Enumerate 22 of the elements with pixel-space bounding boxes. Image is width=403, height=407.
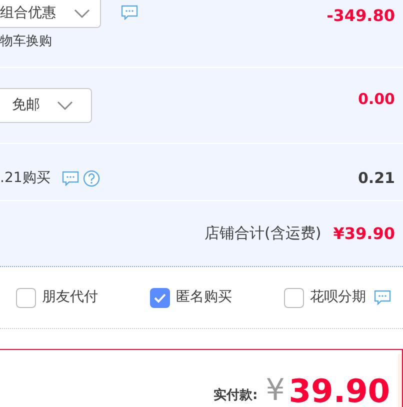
comment-icon[interactable] [121, 5, 138, 20]
option-checkbox[interactable]: 匿名购买 [150, 287, 232, 308]
shop-total-label: 店铺合计(含运费) [204, 223, 322, 244]
shop-total-amount: ¥39.90 [333, 222, 395, 244]
comment-icon[interactable] [62, 170, 80, 186]
checkmark-icon [154, 292, 166, 302]
insurance-amount: 0.21 [358, 168, 395, 189]
currency-symbol: ¥ [266, 375, 285, 407]
chevron-down-icon [57, 100, 73, 110]
payment-label: 实付款: [213, 386, 258, 404]
discount-amount: -349.80 [326, 5, 395, 27]
insurance-label: .21购买 [0, 168, 50, 188]
option-checkbox[interactable]: 花呗分期 [284, 287, 366, 308]
chevron-down-icon [74, 8, 90, 18]
note-text: 物车换购 [0, 33, 53, 51]
shipping-amount: 0.00 [358, 89, 395, 110]
payment-amount: 39.90 [288, 375, 390, 407]
shipping-dropdown[interactable]: 免邮 [0, 88, 92, 123]
help-icon[interactable] [83, 170, 100, 186]
option-checkbox[interactable]: 朋友代付 [16, 287, 98, 308]
comment-icon[interactable] [374, 290, 391, 305]
promotion-dropdown[interactable]: 组合优惠 [0, 0, 101, 28]
